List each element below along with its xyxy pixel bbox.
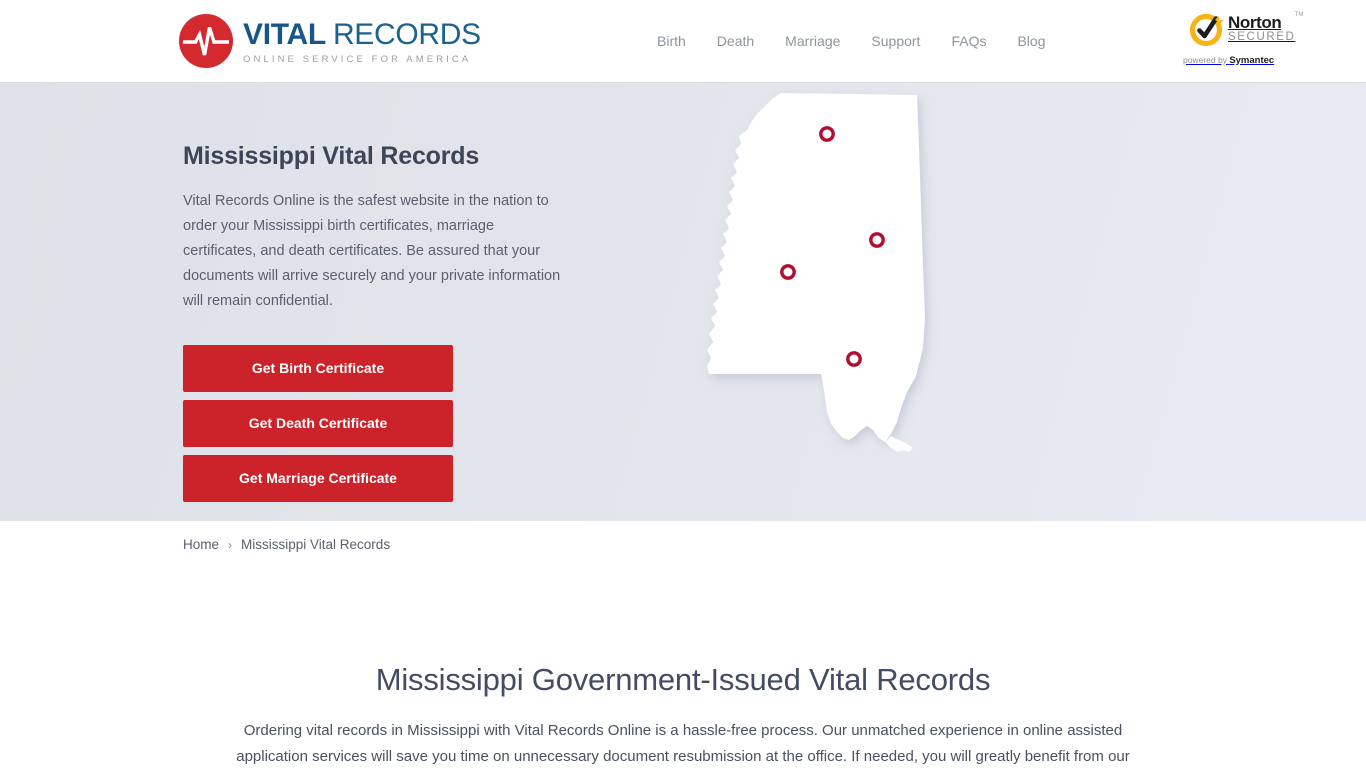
breadcrumb: Home › Mississippi Vital Records <box>183 521 1183 552</box>
hero-description: Vital Records Online is the safest websi… <box>183 193 561 309</box>
get-death-certificate-button[interactable]: Get Death Certificate <box>183 400 453 447</box>
breadcrumb-home[interactable]: Home <box>183 537 219 552</box>
norton-badge-top: Norton SECURED TM <box>1183 8 1305 50</box>
norton-symantec-brand: Symantec <box>1229 55 1275 66</box>
header-inner: VITAL RECORDS ONLINE SERVICE FOR AMERICA … <box>179 0 1305 82</box>
nav-item-birth[interactable]: Birth <box>657 33 686 49</box>
logo-word-records: RECORDS <box>332 18 481 51</box>
logo-wordmark: VITAL RECORDS <box>243 19 481 51</box>
mississippi-state-map <box>707 93 925 452</box>
norton-trademark: TM <box>1294 12 1304 19</box>
norton-powered-by: powered by Symantec <box>1183 55 1275 66</box>
norton-name: Norton <box>1228 13 1282 33</box>
norton-wordmark: Norton SECURED TM <box>1228 12 1303 44</box>
nav-item-faqs[interactable]: FAQs <box>951 33 986 49</box>
norton-powered-prefix: powered by <box>1183 55 1230 65</box>
nav-item-blog[interactable]: Blog <box>1017 33 1045 49</box>
content-section: Mississippi Government-Issued Vital Reco… <box>183 595 1183 768</box>
heartbeat-pulse-circle-icon <box>179 14 233 68</box>
nav-item-support[interactable]: Support <box>871 33 920 49</box>
hero-inner: Mississippi Vital Records Vital Records … <box>183 83 1183 521</box>
get-birth-certificate-button[interactable]: Get Birth Certificate <box>183 345 453 392</box>
site-header: VITAL RECORDS ONLINE SERVICE FOR AMERICA … <box>0 0 1366 83</box>
hero-section: Mississippi Vital Records Vital Records … <box>0 83 1366 521</box>
logo-text: VITAL RECORDS ONLINE SERVICE FOR AMERICA <box>243 17 481 66</box>
get-marriage-certificate-button[interactable]: Get Marriage Certificate <box>183 455 453 502</box>
chevron-right-icon: › <box>228 537 233 552</box>
hero-copy: Mississippi Vital Records Vital Records … <box>183 142 573 502</box>
site-logo[interactable]: VITAL RECORDS ONLINE SERVICE FOR AMERICA <box>179 14 481 68</box>
norton-secured-text: SECURED <box>1228 31 1296 44</box>
breadcrumb-band: Home › Mississippi Vital Records <box>0 521 1366 595</box>
section-paragraph: Ordering vital records in Mississippi wi… <box>236 722 1130 765</box>
breadcrumb-current: Mississippi Vital Records <box>241 537 391 552</box>
page-title: Mississippi Vital Records <box>183 142 480 170</box>
cta-button-group: Get Birth Certificate Get Death Certific… <box>183 345 573 502</box>
norton-checkmark-icon <box>1189 13 1224 47</box>
nav-item-death[interactable]: Death <box>717 33 754 49</box>
nav-item-marriage[interactable]: Marriage <box>785 33 840 49</box>
logo-word-vital: VITAL <box>243 18 326 51</box>
section-heading: Mississippi Government-Issued Vital Reco… <box>375 662 991 697</box>
main-navigation: Birth Death Marriage Support FAQs Blog <box>657 33 1046 49</box>
logo-tagline: ONLINE SERVICE FOR AMERICA <box>243 54 472 65</box>
norton-secured-badge[interactable]: Norton SECURED TM powered by Symantec <box>1183 8 1305 70</box>
